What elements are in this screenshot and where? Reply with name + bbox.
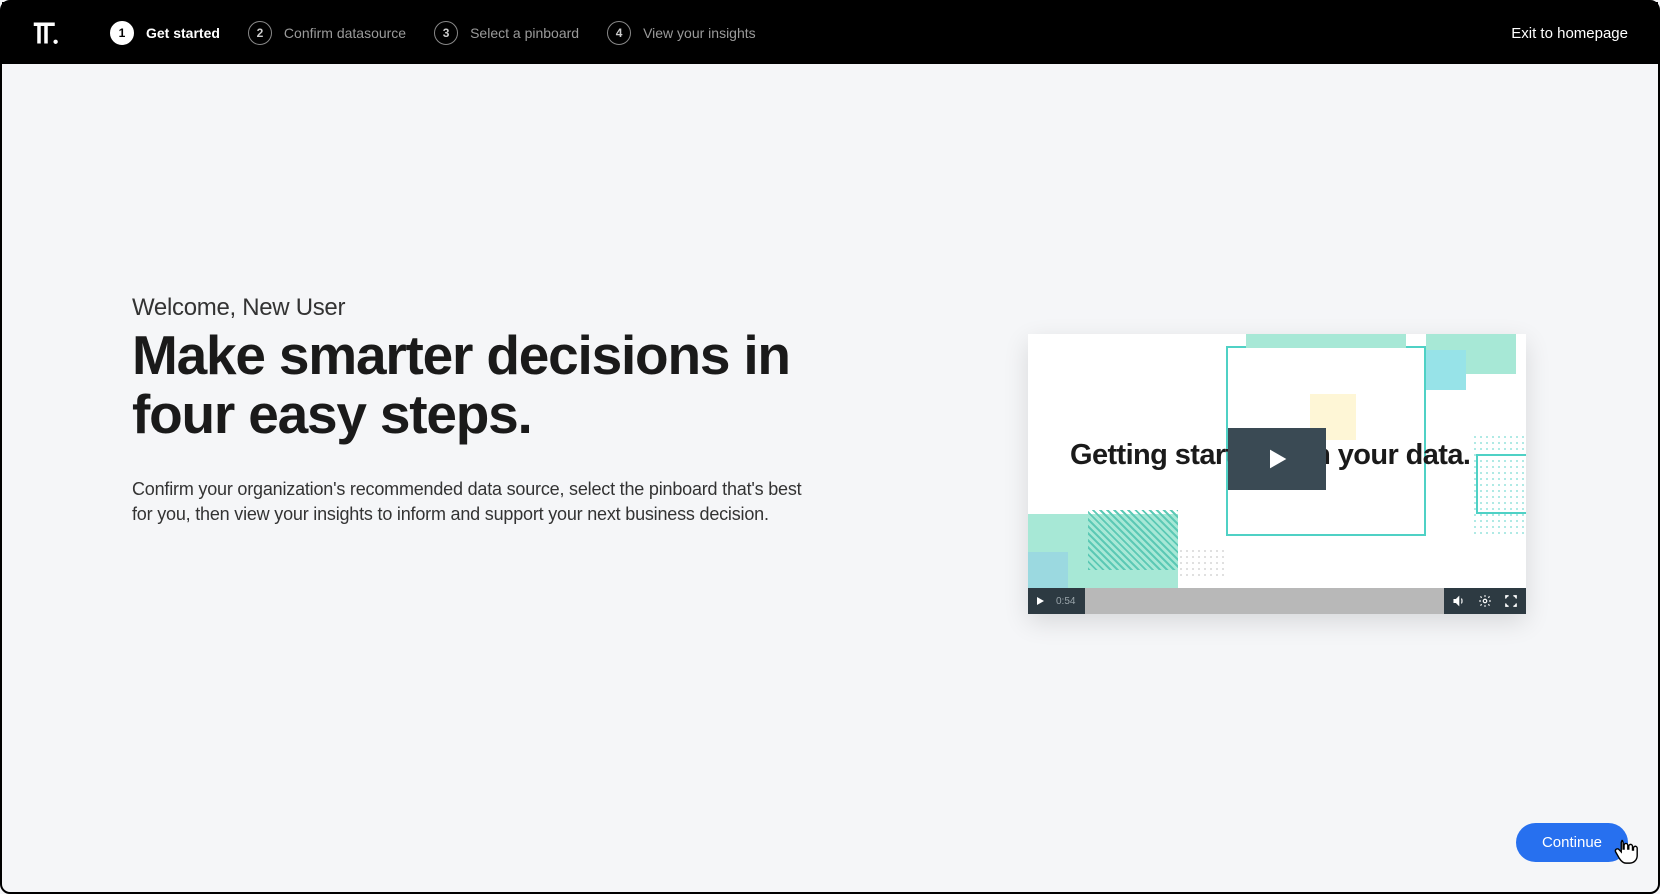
step-view-insights[interactable]: 4 View your insights: [607, 21, 756, 45]
step-label: Get started: [146, 25, 220, 41]
exit-to-homepage-link[interactable]: Exit to homepage: [1511, 25, 1628, 42]
decoration: [1088, 510, 1178, 570]
step-number: 3: [434, 21, 458, 45]
video-controls-left: 0:54: [1028, 588, 1085, 614]
step-number: 1: [110, 21, 134, 45]
video-controls-right: [1444, 588, 1526, 614]
step-confirm-datasource[interactable]: 2 Confirm datasource: [248, 21, 406, 45]
play-overlay-button[interactable]: [1228, 428, 1326, 490]
step-get-started[interactable]: 1 Get started: [110, 21, 220, 45]
logo-icon: [32, 19, 60, 47]
video-controls: 0:54: [1028, 588, 1526, 614]
header-bar: 1 Get started 2 Confirm datasource 3 Sel…: [2, 2, 1658, 64]
intro-text-column: Welcome, New User Make smarter decisions…: [132, 294, 832, 614]
main-content: Welcome, New User Make smarter decisions…: [2, 64, 1658, 614]
gear-icon: [1478, 594, 1492, 608]
video-column: Getting started with your data. 0:54: [1028, 334, 1528, 614]
onboarding-steps: 1 Get started 2 Confirm datasource 3 Sel…: [110, 21, 1511, 45]
step-label: View your insights: [643, 25, 756, 41]
decoration: [1028, 552, 1068, 588]
settings-button[interactable]: [1478, 594, 1492, 608]
fullscreen-button[interactable]: [1504, 594, 1518, 608]
logo[interactable]: [32, 19, 60, 47]
welcome-text: Welcome, New User: [132, 294, 832, 322]
play-button[interactable]: [1034, 595, 1046, 607]
volume-button[interactable]: [1452, 594, 1466, 608]
volume-icon: [1452, 594, 1466, 608]
step-select-pinboard[interactable]: 3 Select a pinboard: [434, 21, 579, 45]
step-label: Select a pinboard: [470, 25, 579, 41]
play-icon: [1034, 595, 1046, 607]
step-number: 4: [607, 21, 631, 45]
step-number: 2: [248, 21, 272, 45]
fullscreen-icon: [1504, 594, 1518, 608]
video-preview[interactable]: Getting started with your data.: [1028, 334, 1526, 588]
decoration: [1246, 334, 1406, 348]
decoration: [1178, 548, 1228, 578]
description-text: Confirm your organization's recommended …: [132, 477, 812, 527]
decoration: [1476, 454, 1526, 514]
cursor-hand-icon: [1610, 835, 1640, 870]
headline-text: Make smarter decisions in four easy step…: [132, 326, 832, 445]
play-icon: [1263, 445, 1291, 473]
decoration: [1426, 350, 1466, 390]
step-label: Confirm datasource: [284, 25, 406, 41]
video-duration: 0:54: [1056, 596, 1075, 607]
video-card: Getting started with your data. 0:54: [1028, 334, 1526, 614]
